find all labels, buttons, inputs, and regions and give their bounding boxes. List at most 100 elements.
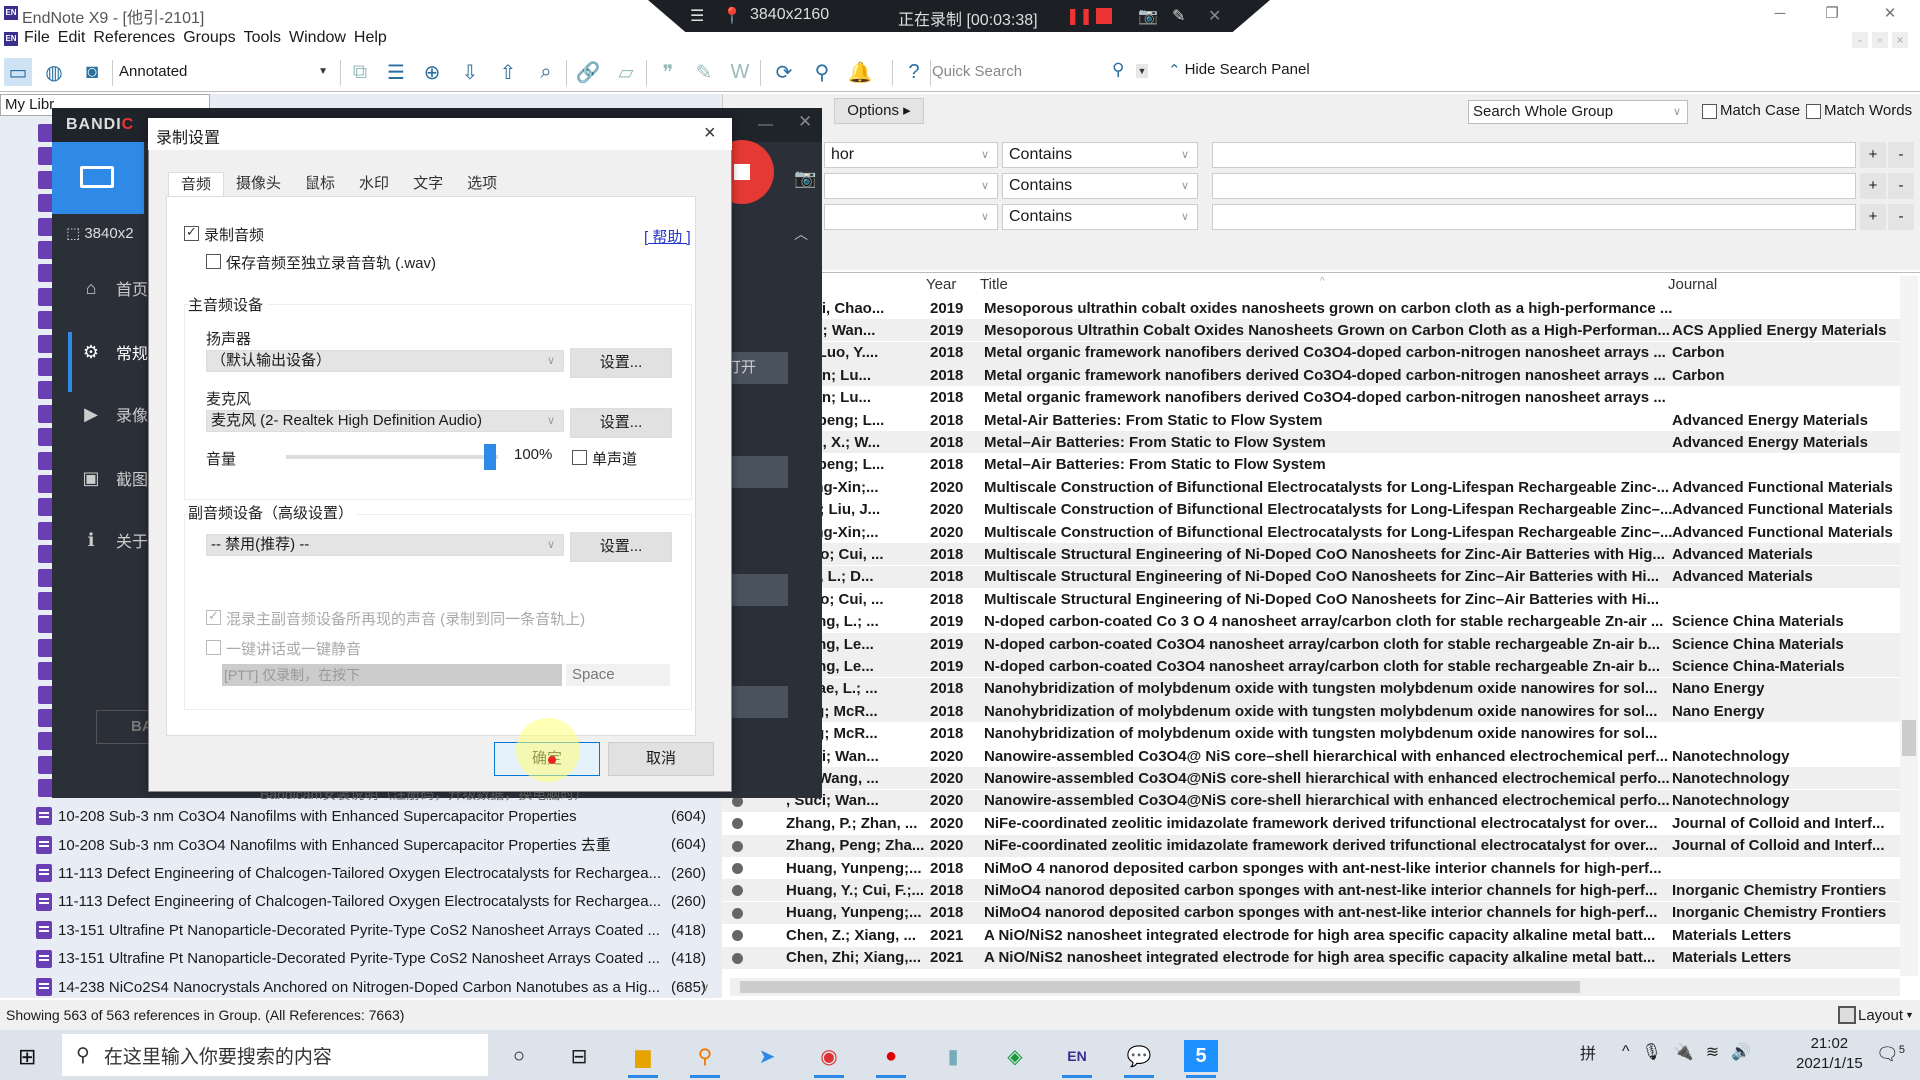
mdi-restore-button[interactable]: ▫ (1872, 32, 1888, 48)
dialog-tab[interactable]: 选项 (455, 172, 509, 196)
reference-row[interactable]: izeng; McR... 2018 Nanohybridization of mo… (722, 700, 1900, 723)
scroll-down-icon[interactable]: v (702, 980, 708, 994)
pause-icon[interactable]: ❚❚ (1066, 6, 1093, 26)
reference-row[interactable]: e-Jiao; Cui, ... 2018 Multiscale Structura… (722, 588, 1900, 610)
reference-row[interactable]: Zhang, P.; Zhan, ... 2020 NiFe-coordinated… (722, 812, 1900, 834)
reference-row[interactable]: X.; Li, X.; W... 2018 Metal–Air Batteries:… (722, 431, 1900, 454)
show-hidden-icons[interactable]: ^ (1622, 1043, 1630, 1061)
reference-row[interactable]: ; Wang, Le... 2019 N-doped carbon-coated C… (722, 655, 1900, 678)
column-header-title[interactable]: Title (980, 276, 1008, 293)
menu-item[interactable]: Edit (58, 29, 86, 47)
search-value-input[interactable] (1212, 173, 1856, 199)
mdi-minimize-button[interactable]: - (1852, 32, 1868, 48)
bandicam-close-button[interactable]: ✕ (798, 112, 812, 132)
menu-item[interactable]: References (93, 29, 175, 47)
ptt-mode-select[interactable]: [PTT] 仅录制，在按下 (222, 664, 562, 686)
remove-search-row-button[interactable]: - (1888, 173, 1914, 199)
ime-indicator[interactable]: 拼 (1580, 1040, 1596, 1064)
group-item[interactable]: 11-113 Defect Engineering of Chalcogen-T… (36, 888, 706, 916)
find-pdf-icon[interactable]: ⌕ (532, 58, 560, 86)
wifi-icon[interactable]: ≋ (1706, 1042, 1719, 1062)
output-style-select[interactable]: Annotated ▼ (116, 60, 332, 84)
read-status-dot-icon[interactable] (732, 840, 743, 852)
push-to-talk-checkbox[interactable] (206, 640, 221, 655)
search-field-select[interactable]: ∨ (824, 204, 998, 230)
ptt-hotkey-field[interactable]: Space (566, 664, 670, 686)
mic-select[interactable]: 麦克风 (2- Realtek High Definition Audio) ∨ (206, 410, 564, 432)
reference-row[interactable]: Li, C.; Wan... 2019 Mesoporous Ultrathin C… (722, 319, 1900, 342)
reference-row[interactable]: , Suci; Wan... 2020 Nanowire-assembled Co3… (722, 789, 1900, 812)
dialog-tab[interactable]: 水印 (347, 172, 401, 196)
column-header-year[interactable]: Year (926, 276, 956, 293)
reference-row[interactable]: , X.; Luo, Y.... 2018 Metal organic framew… (722, 341, 1900, 364)
search-field-select[interactable]: hor ∨ (824, 142, 998, 168)
menu-item[interactable]: Tools (244, 29, 281, 47)
telegram-icon[interactable]: ➤ (750, 1040, 784, 1072)
scrollbar-thumb[interactable] (1902, 720, 1916, 756)
secondary-settings-button[interactable]: 设置... (570, 532, 672, 562)
read-status-dot-icon[interactable] (732, 952, 743, 964)
task-view-icon[interactable]: ⊟ (562, 1040, 596, 1072)
dialog-tab[interactable]: 音频 (168, 172, 225, 196)
speaker-settings-button[interactable]: 设置... (570, 348, 672, 378)
import-icon[interactable]: ⇩ (456, 58, 484, 86)
column-header-journal[interactable]: Journal (1668, 276, 1717, 293)
search-app-icon[interactable]: ⚲ (688, 1040, 722, 1078)
reference-row[interactable]: , Xuan; Lu... 2018 Metal organic framework… (722, 364, 1900, 387)
reference-row[interactable]: , Suci; Wan... 2020 Nanowire-assembled Co3… (722, 745, 1900, 767)
volume-icon[interactable]: 🔊 (1731, 1042, 1751, 1062)
read-status-dot-icon[interactable] (732, 863, 743, 874)
layout-button[interactable]: Layout ▼ (1838, 1006, 1914, 1024)
reference-row[interactable]: Chen, Z.; Xiang, ... 2021 A NiO/NiS2 nanos… (722, 924, 1900, 946)
mic-settings-button[interactable]: 设置... (570, 408, 672, 438)
search-value-input[interactable] (1212, 142, 1856, 168)
dialog-tab[interactable]: 鼠标 (293, 172, 347, 196)
help-link[interactable]: [ 帮助 ] (644, 226, 691, 247)
search-field-select[interactable]: ∨ (824, 173, 998, 199)
reference-row[interactable]: Chang-Xin;... 2020 Multiscale Construction… (722, 476, 1900, 498)
word-icon[interactable]: W (726, 58, 754, 86)
remove-search-row-button[interactable]: - (1888, 204, 1914, 230)
local-library-icon[interactable]: ▭ (4, 58, 32, 86)
reference-horizontal-scrollbar[interactable] (730, 978, 1900, 996)
close-icon[interactable]: ✕ (1208, 6, 1221, 26)
search-scope-select[interactable]: Search Whole Group ∨ (1468, 100, 1688, 124)
separate-track-checkbox[interactable] (206, 254, 221, 269)
endnote-taskbar-icon[interactable]: EN (1060, 1040, 1094, 1078)
link-icon[interactable]: 🔗 (574, 58, 602, 86)
screen-record-mode-tab[interactable] (52, 142, 144, 214)
record-audio-checkbox[interactable] (184, 224, 199, 241)
reference-row[interactable]: ; Cui, L.; D... 2018 Multiscale Structural… (722, 565, 1900, 588)
mix-audio-checkbox[interactable] (206, 608, 221, 625)
add-search-row-button[interactable]: + (1860, 142, 1886, 168)
read-status-dot-icon[interactable] (732, 907, 743, 919)
bandicam-taskbar-icon[interactable]: ● (874, 1040, 908, 1078)
group-item[interactable]: 13-151 Ultrafine Pt Nanoparticle-Decorat… (36, 916, 706, 944)
scrollbar-thumb[interactable] (740, 981, 1580, 993)
bandicam-minimize-button[interactable]: — (758, 116, 773, 133)
read-status-dot-icon[interactable] (732, 885, 743, 897)
reference-row[interactable]: ; Wang, L.; ... 2019 N-doped carbon-coated… (722, 611, 1900, 633)
new-reference-icon[interactable]: ☰ (382, 58, 410, 86)
download-app-icon[interactable]: ◈ (998, 1040, 1032, 1072)
reference-row[interactable]: Xiaopeng; L... 2018 Metal–Air Batteries: F… (722, 454, 1900, 476)
chevron-up-icon[interactable]: ︿ (794, 224, 808, 244)
dialog-tab[interactable]: 摄像头 (224, 172, 293, 196)
add-search-row-button[interactable]: + (1860, 173, 1886, 199)
pencil-icon[interactable]: ✎ (1172, 6, 1185, 26)
alerts-icon[interactable]: 🔔 (846, 58, 874, 86)
close-window-button[interactable]: ✕ (1870, 2, 1910, 26)
export-icon[interactable]: ⇧ (494, 58, 522, 86)
search-options-dropdown[interactable]: ▼ (1136, 64, 1148, 78)
bandicam-nav-video[interactable]: ▶ 录像 (80, 402, 148, 426)
app-icon[interactable]: ▮ (936, 1040, 970, 1072)
new-group-icon[interactable]: ⧉ (346, 58, 374, 86)
clock[interactable]: 21:02 2021/1/15 (1796, 1034, 1863, 1074)
match-words-checkbox[interactable] (1806, 104, 1821, 119)
find-fulltext-icon[interactable]: ⊕ (418, 58, 446, 86)
share-icon[interactable]: ⚲ (808, 58, 836, 86)
options-button[interactable]: Options ▸ (834, 98, 924, 124)
reference-vertical-scrollbar[interactable] (1900, 276, 1918, 976)
menu-item[interactable]: File (24, 29, 50, 47)
pin-icon[interactable]: 📍 (722, 6, 742, 26)
